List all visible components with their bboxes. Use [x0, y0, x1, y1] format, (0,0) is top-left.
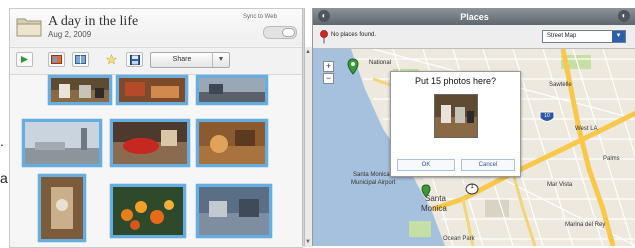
- zoom-out-button[interactable]: −: [323, 73, 334, 84]
- photo-thumbnail[interactable]: [22, 119, 102, 167]
- photo-bottle: [41, 177, 83, 239]
- album-title[interactable]: A day in the life: [48, 14, 138, 30]
- places-panel: ◐ Places ◐ No places found. Street Map ▼: [312, 8, 635, 246]
- star-button[interactable]: [103, 52, 120, 67]
- map-label: Palms: [603, 156, 620, 162]
- share-dropdown-arrow-icon[interactable]: ▼: [212, 53, 229, 67]
- share-button[interactable]: Share ▼: [150, 52, 230, 68]
- map-airport: [485, 199, 509, 217]
- green-pin-icon[interactable]: [421, 184, 431, 198]
- scroll-up-arrow-icon[interactable]: ▲: [304, 47, 312, 57]
- stray-text-2: a: [0, 170, 8, 186]
- photo-thumbnail[interactable]: [48, 75, 112, 105]
- map-label: Ocean Park: [443, 236, 475, 242]
- collage-icon: [75, 55, 86, 64]
- dropdown-arrow-icon: ▼: [612, 31, 625, 42]
- places-toolbar: No places found. Street Map ▼: [313, 25, 635, 49]
- photo-thumbnail[interactable]: [110, 119, 190, 167]
- photo-cityscape: [25, 122, 99, 164]
- photo-thumbnail[interactable]: [196, 75, 268, 105]
- star-icon: [106, 54, 117, 65]
- places-title-bar: ◐ Places ◐: [313, 8, 635, 25]
- popup-photo-thumbnail: [434, 94, 478, 138]
- shield-10-label: 10: [544, 113, 550, 119]
- zoom-control: + −: [323, 61, 334, 93]
- edit-photos-button[interactable]: [48, 52, 65, 67]
- album-header: A day in the life Aug 2, 2009 Sync to We…: [10, 9, 303, 46]
- map-park: [409, 221, 431, 237]
- collage-button[interactable]: [72, 52, 89, 67]
- folder-icon: [16, 18, 42, 37]
- map-label: Santa Monica: [353, 172, 390, 178]
- photo-red-pot: [113, 122, 187, 164]
- map-label: West LA: [575, 126, 598, 132]
- places-title: Places: [460, 12, 489, 22]
- shield-1-label: 1: [470, 184, 474, 190]
- no-places-status: No places found.: [331, 32, 377, 38]
- photo-coffee-mug: [51, 78, 109, 102]
- photo-tomatoes: [113, 187, 183, 235]
- photo-table: [199, 187, 269, 235]
- map-label: Marina del Rey: [565, 222, 606, 228]
- album-date: Aug 2, 2009: [48, 30, 92, 39]
- album-panel: A day in the life Aug 2, 2009 Sync to We…: [9, 8, 312, 248]
- red-pin-icon: [320, 30, 328, 44]
- play-icon: [21, 56, 28, 63]
- album-toolbar: Share ▼: [10, 47, 303, 75]
- photo-edit-icon: [51, 55, 62, 64]
- photo-thumbnail[interactable]: [110, 184, 186, 238]
- save-button[interactable]: [126, 52, 143, 67]
- ok-button[interactable]: OK: [397, 159, 455, 171]
- save-disk-icon: [129, 54, 140, 65]
- photo-thumbnail[interactable]: [38, 174, 86, 242]
- map-label: National: [369, 60, 392, 66]
- sync-to-web-label: Sync to Web: [243, 14, 277, 20]
- map-type-select[interactable]: Street Map ▼: [542, 30, 626, 43]
- close-icon[interactable]: ◐: [618, 10, 630, 22]
- sync-toggle-knob: [282, 28, 295, 37]
- photo-kitchen: [119, 78, 185, 102]
- map-label: Sawtelle: [549, 82, 572, 88]
- green-pin-icon[interactable]: [347, 58, 359, 76]
- map-label-santa-monica: Monica: [421, 204, 447, 213]
- sync-toggle[interactable]: [263, 26, 297, 39]
- map-type-value: Street Map: [547, 33, 577, 39]
- map-label: Municipal Airport: [351, 180, 396, 186]
- shield-10: 10: [539, 111, 555, 130]
- share-label: Share: [172, 56, 192, 63]
- shield-1: 1: [465, 182, 479, 200]
- play-slideshow-button[interactable]: [16, 52, 33, 67]
- popup-title: Put 15 photos here?: [414, 76, 497, 86]
- map-label: Mar Vista: [547, 182, 573, 188]
- photo-thumbnail[interactable]: [196, 184, 272, 238]
- photo-thumbnail[interactable]: [196, 119, 268, 167]
- photo-thumbnail[interactable]: [116, 75, 188, 105]
- stray-text-1: .: [0, 133, 4, 149]
- photo-cooking: [199, 122, 265, 164]
- cancel-button[interactable]: Cancel: [461, 159, 515, 171]
- place-photos-popup: Put 15 photos here? OK Cancel: [390, 71, 521, 177]
- panel-divider-handle[interactable]: [302, 8, 305, 246]
- zoom-in-button[interactable]: +: [323, 61, 334, 72]
- photo-coffee-mug: [435, 95, 477, 137]
- photo-street: [199, 78, 265, 102]
